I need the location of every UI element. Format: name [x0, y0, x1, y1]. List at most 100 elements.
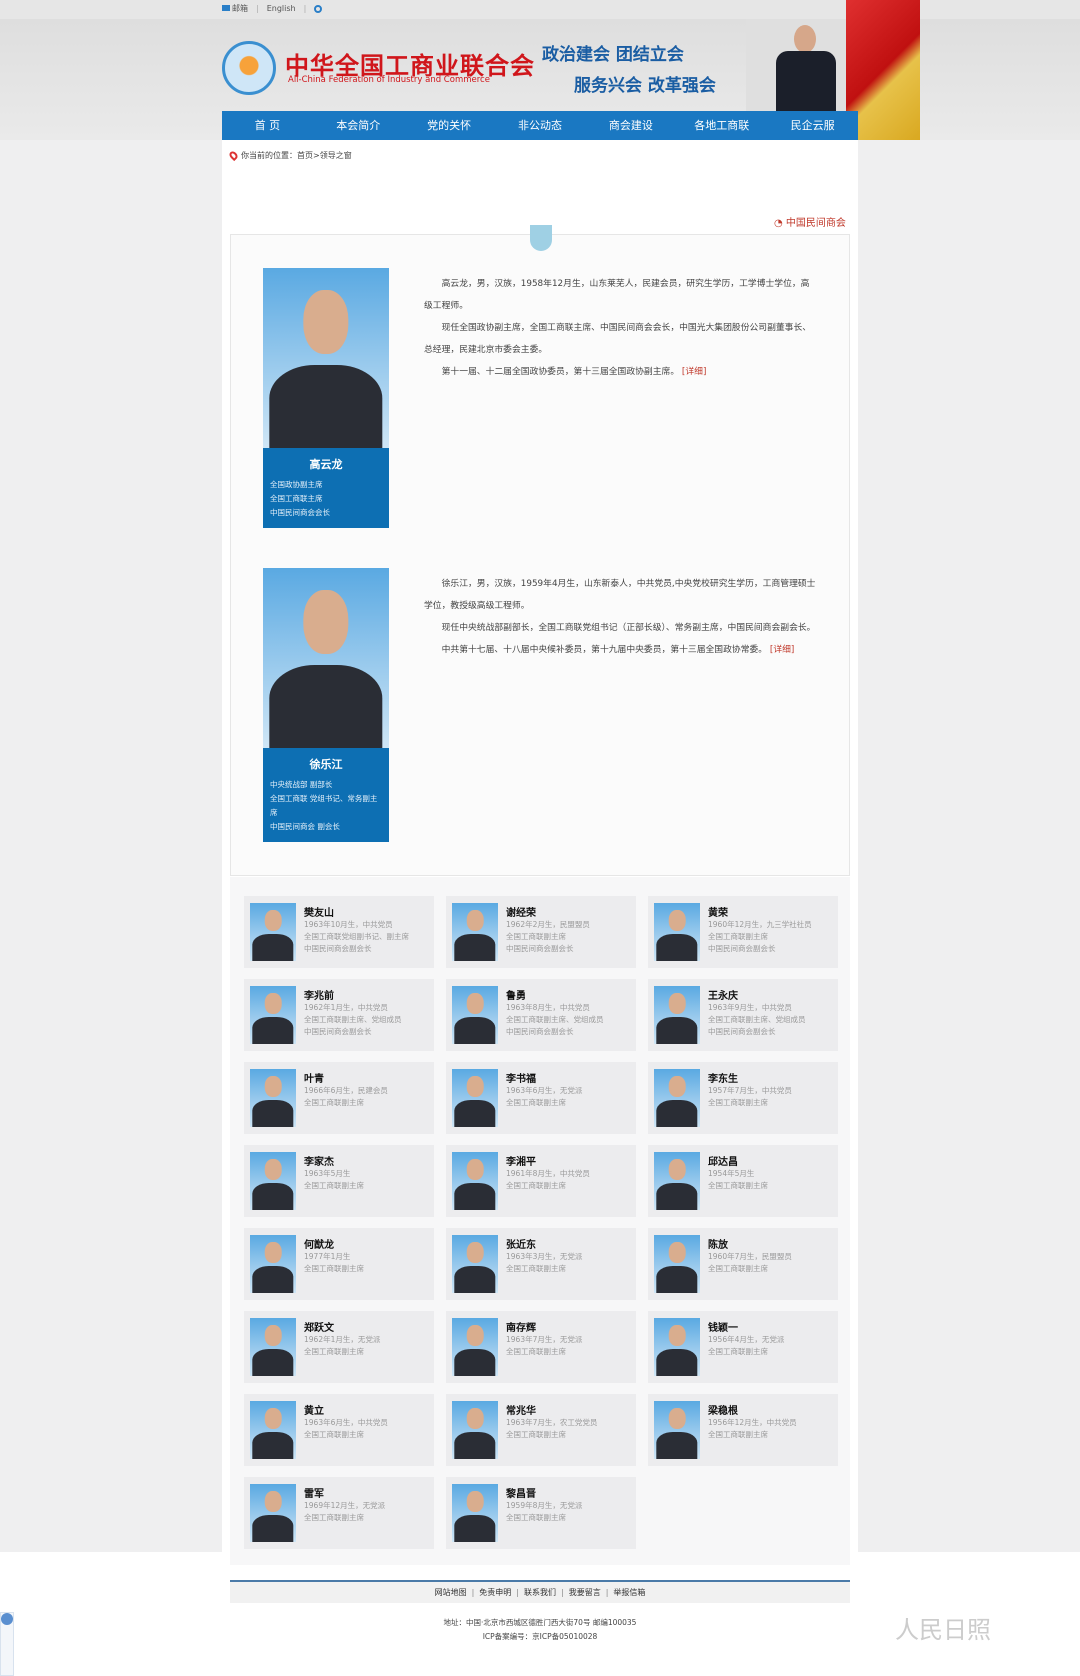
member-card[interactable]: 鲁勇 1963年8月生，中共党员 全国工商联副主席、党组成员 中国民间商会副会长	[446, 979, 636, 1051]
leader-photo	[263, 268, 389, 448]
member-card[interactable]: 叶青 1966年6月生，民建会员 全国工商联副主席	[244, 1062, 434, 1134]
footer-icp: ICP备案编号：京ICP备05010028	[482, 1632, 598, 1641]
location-pin-icon	[227, 149, 240, 162]
separator: |	[471, 1588, 475, 1597]
member-name: 郑跃文	[304, 1323, 334, 1334]
suit	[454, 1017, 496, 1044]
member-card[interactable]: 王永庆 1963年9月生，中共党员 全国工商联副主席、党组成员 中国民间商会副会长	[648, 979, 838, 1051]
member-card[interactable]: 钱颖一 1956年4月生，无党派 全国工商联副主席	[648, 1311, 838, 1383]
member-card[interactable]: 李湘平 1961年8月生，中共党员 全国工商联副主席	[446, 1145, 636, 1217]
face	[264, 1324, 282, 1346]
nav-item[interactable]: 党的关怀	[404, 111, 495, 140]
footer-link[interactable]: 联系我们	[524, 1588, 556, 1597]
bio-paragraph: 徐乐江，男，汉族，1959年4月生，山东新泰人，中共党员,中央党校研究生学历，工…	[424, 573, 816, 617]
suit	[269, 665, 383, 748]
member-name: 张近东	[506, 1240, 536, 1251]
member-info: 全国工商联副主席	[708, 932, 768, 941]
footer-link[interactable]: 免责申明	[479, 1588, 511, 1597]
bio-paragraph: 现任中央统战部副部长，全国工商联党组书记（正部长级）、常务副主席，中国民间商会副…	[424, 617, 816, 639]
member-card[interactable]: 李书福 1963年6月生，无党派 全国工商联副主席	[446, 1062, 636, 1134]
english-link[interactable]: English	[267, 4, 296, 13]
member-card[interactable]: 南存辉 1963年7月生，无党派 全国工商联副主席	[446, 1311, 636, 1383]
member-info: 全国工商联副主席	[506, 932, 566, 941]
member-card[interactable]: 谢经荣 1962年2月生，民盟盟员 全国工商联副主席 中国民间商会副会长	[446, 896, 636, 968]
leader-name: 高云龙	[309, 458, 343, 471]
face	[264, 1158, 282, 1180]
footer-link[interactable]: 我要留言	[569, 1588, 601, 1597]
footer-link[interactable]: 举报信箱	[613, 1588, 645, 1597]
member-info: 1962年2月生，民盟盟员	[506, 920, 590, 929]
member-card[interactable]: 郑跃文 1962年1月生，无党派 全国工商联副主席	[244, 1311, 434, 1383]
detail-link[interactable]: [详细]	[770, 645, 794, 655]
member-card[interactable]: 何猷龙 1977年1月生 全国工商联副主席	[244, 1228, 434, 1300]
member-info: 1963年6月生，无党派	[506, 1086, 583, 1095]
member-photo	[452, 986, 498, 1044]
member-card[interactable]: 黄立 1963年6月生，中共党员 全国工商联副主席	[244, 1394, 434, 1466]
face	[466, 992, 484, 1014]
member-card[interactable]: 樊友山 1963年10月生，中共党员 全国工商联党组副书记、副主席 中国民间商会副会长	[244, 896, 434, 968]
member-card[interactable]: 张近东 1963年3月生，无党派 全国工商联副主席	[446, 1228, 636, 1300]
member-info: 全国工商联副主席	[708, 1430, 768, 1439]
suit	[454, 934, 496, 961]
nav-item[interactable]: 商会建设	[585, 111, 676, 140]
face	[466, 1490, 484, 1512]
member-info: 1963年5月生	[304, 1169, 351, 1178]
member-info: 1966年6月生，民建会员	[304, 1086, 388, 1095]
member-info: 1956年12月生，中共党员	[708, 1418, 797, 1427]
member-name: 陈放	[708, 1240, 728, 1251]
member-card[interactable]: 黎昌晋 1959年8月生，无党派 全国工商联副主席	[446, 1477, 636, 1549]
face	[264, 909, 282, 931]
member-info: 全国工商联副主席	[506, 1098, 566, 1107]
nav-item[interactable]: 首 页	[222, 111, 313, 140]
leader-card[interactable]: 高云龙 全国政协副主席 全国工商联主席 中国民间商会会长	[263, 268, 389, 528]
nav-item[interactable]: 本会简介	[313, 111, 404, 140]
member-photo	[452, 1152, 498, 1210]
breadcrumb-text[interactable]: 你当前的位置：首页>领导之窗	[241, 150, 352, 161]
hanging-tag-icon	[530, 225, 552, 251]
site-title-en: All-China Federation of Industry and Com…	[288, 75, 490, 85]
member-card[interactable]: 李家杰 1963年5月生 全国工商联副主席	[244, 1145, 434, 1217]
member-card[interactable]: 李兆前 1962年1月生，中共党员 全国工商联副主席、党组成员 中国民间商会副会长	[244, 979, 434, 1051]
member-name: 叶青	[304, 1074, 324, 1085]
member-photo	[654, 1318, 700, 1376]
face	[303, 589, 349, 655]
member-card[interactable]: 黄荣 1960年12月生，九三学社社员 全国工商联副主席 中国民间商会副会长	[648, 896, 838, 968]
suit	[656, 1100, 698, 1127]
member-card[interactable]: 雷军 1969年12月生，无党派 全国工商联副主席	[244, 1477, 434, 1549]
suit	[454, 1515, 496, 1542]
member-name: 谢经荣	[506, 908, 536, 919]
suit	[252, 1266, 294, 1293]
member-card[interactable]: 梁稳根 1956年12月生，中共党员 全国工商联副主席	[648, 1394, 838, 1466]
member-info: 1956年4月生，无党派	[708, 1335, 785, 1344]
detail-link[interactable]: [详细]	[682, 367, 706, 377]
face	[466, 909, 484, 931]
member-photo	[654, 1069, 700, 1127]
nav-item[interactable]: 各地工商联	[676, 111, 767, 140]
member-card[interactable]: 陈放 1960年7月生，民盟盟员 全国工商联副主席	[648, 1228, 838, 1300]
footer-link[interactable]: 网站地图	[435, 1588, 467, 1597]
member-info: 中国民间商会副会长	[304, 1027, 372, 1036]
member-info: 全国工商联副主席	[304, 1098, 364, 1107]
member-photo	[654, 1401, 700, 1459]
member-photo	[452, 1484, 498, 1542]
member-card[interactable]: 邱达昌 1954年5月生 全国工商联副主席	[648, 1145, 838, 1217]
bio-paragraph: 中共第十七届、十八届中央候补委员，第十九届中央委员，第十三届全国政协常委。 [详…	[424, 639, 816, 661]
member-info: 全国工商联副主席	[708, 1347, 768, 1356]
member-name: 王永庆	[708, 991, 738, 1002]
search-icon[interactable]	[314, 4, 323, 13]
nav-item[interactable]: 非公动态	[495, 111, 586, 140]
member-photo	[250, 1318, 296, 1376]
nav-item[interactable]: 民企云服	[767, 111, 858, 140]
mail-link[interactable]: 邮箱	[222, 3, 248, 14]
member-card[interactable]: 李东生 1957年7月生，中共党员 全国工商联副主席	[648, 1062, 838, 1134]
suit	[454, 1266, 496, 1293]
member-card[interactable]: 常兆华 1963年7月生，农工党党员 全国工商联副主席	[446, 1394, 636, 1466]
member-name: 常兆华	[506, 1406, 536, 1417]
minjian-link[interactable]: ◔ 中国民间商会	[774, 214, 846, 229]
leader-card[interactable]: 徐乐江 中央统战部 副部长 全国工商联 党组书记、常务副主席 中国民间商会 副会长	[263, 568, 389, 842]
side-widget[interactable]	[0, 1612, 14, 1676]
acfic-logo[interactable]	[222, 41, 276, 95]
member-photo	[654, 1235, 700, 1293]
member-info: 中国民间商会副会长	[708, 1027, 776, 1036]
member-info: 全国工商联副主席	[506, 1430, 566, 1439]
